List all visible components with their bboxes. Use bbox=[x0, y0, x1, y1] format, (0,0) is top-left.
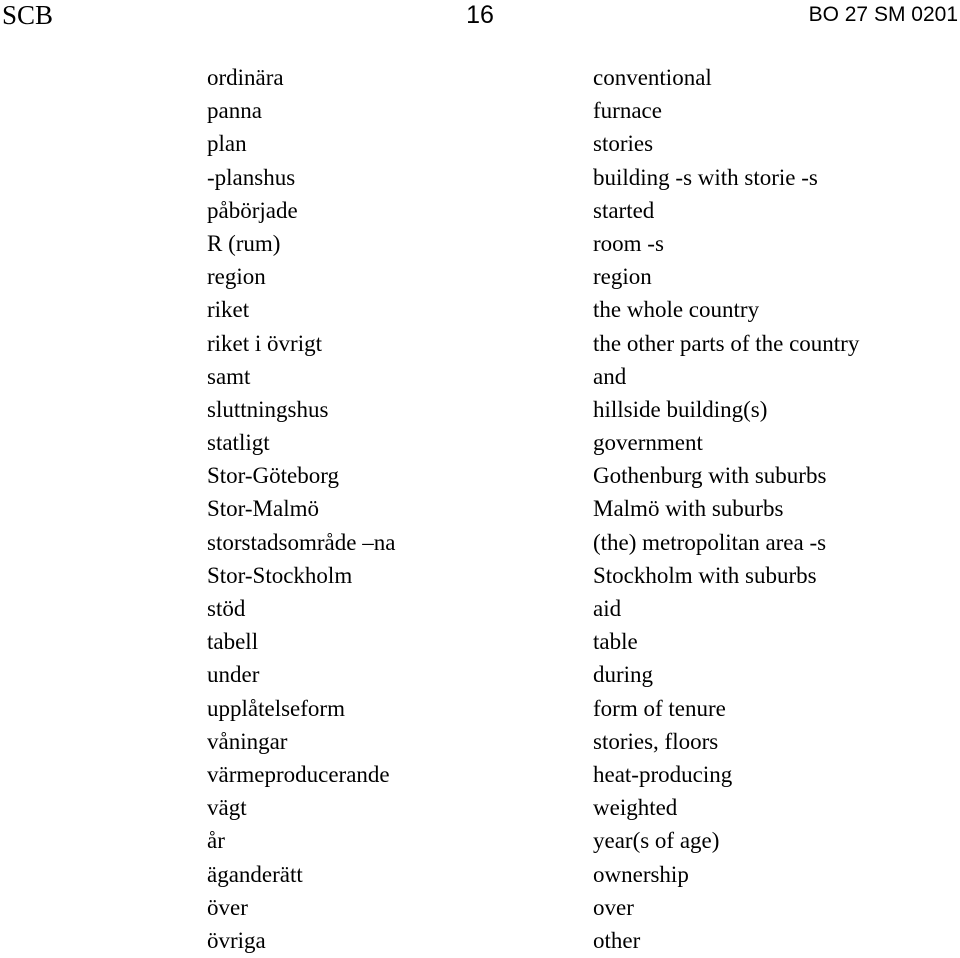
swedish-term: panna bbox=[207, 98, 262, 124]
swedish-term: påbörjade bbox=[207, 197, 298, 223]
swedish-term: äganderätt bbox=[207, 861, 303, 887]
swedish-term: Stor-Stockholm bbox=[207, 562, 353, 588]
swedish-term: riket bbox=[207, 297, 250, 323]
glossary-row: plan stories bbox=[0, 128, 960, 161]
glossary-row: samt and bbox=[0, 361, 960, 394]
english-translation: Gothenburg with suburbs bbox=[593, 463, 827, 489]
swedish-term: värmeproducerande bbox=[207, 761, 390, 787]
swedish-term: övriga bbox=[207, 927, 266, 953]
glossary-row: R (rum) room -s bbox=[0, 228, 960, 261]
swedish-term: riket i övrigt bbox=[207, 330, 322, 356]
english-translation: furnace bbox=[593, 98, 662, 124]
english-translation: weighted bbox=[593, 795, 678, 821]
english-translation: and bbox=[593, 363, 627, 389]
swedish-term: upplåtelseform bbox=[207, 695, 345, 721]
glossary-row: äganderätt ownership bbox=[0, 859, 960, 892]
english-translation: table bbox=[593, 629, 638, 655]
glossary-row: riket the whole country bbox=[0, 294, 960, 327]
swedish-term: ordinära bbox=[207, 65, 284, 90]
english-translation: conventional bbox=[593, 65, 712, 90]
glossary-row: sluttningshus hillside building(s) bbox=[0, 394, 960, 427]
english-translation: aid bbox=[593, 596, 622, 621]
swedish-term: tabell bbox=[207, 629, 259, 655]
swedish-term: R (rum) bbox=[207, 230, 281, 256]
english-translation: room -s bbox=[593, 230, 664, 256]
glossary-row: tabell table bbox=[0, 626, 960, 659]
english-translation: form of tenure bbox=[593, 695, 726, 721]
english-translation: Malmö with suburbs bbox=[593, 496, 784, 522]
swedish-term: -planshus bbox=[207, 164, 296, 190]
english-translation: started bbox=[593, 197, 655, 223]
glossary-row: år year(s of age) bbox=[0, 825, 960, 858]
swedish-term: över bbox=[207, 894, 248, 920]
english-translation: hillside building(s) bbox=[593, 396, 768, 422]
english-translation: stories bbox=[593, 131, 654, 157]
english-translation: government bbox=[593, 430, 703, 456]
glossary-row: ordinära conventional bbox=[0, 62, 960, 95]
swedish-term: Stor-Malmö bbox=[207, 496, 319, 522]
glossary-row: påbörjade started bbox=[0, 195, 960, 228]
english-translation: the other parts of the country bbox=[593, 330, 860, 356]
glossary-row: våningar stories, floors bbox=[0, 726, 960, 759]
english-translation: ownership bbox=[593, 861, 689, 887]
swedish-term: sluttningshus bbox=[207, 396, 329, 422]
glossary-row: -planshus building -s with storie -s bbox=[0, 162, 960, 195]
swedish-term: Stor-Göteborg bbox=[207, 463, 339, 489]
english-translation: during bbox=[593, 662, 654, 688]
english-translation: other bbox=[593, 927, 641, 953]
glossary-row: värmeproducerande heat-producing bbox=[0, 759, 960, 792]
swedish-term: region bbox=[207, 264, 266, 290]
glossary-row: Stor-Göteborg Gothenburg with suburbs bbox=[0, 460, 960, 493]
publication-code: BO 27 SM 0201 bbox=[808, 3, 958, 26]
glossary-row: vägt weighted bbox=[0, 792, 960, 825]
swedish-term: stöd bbox=[207, 596, 246, 621]
swedish-term: statligt bbox=[207, 430, 270, 456]
swedish-term: storstadsområde –na bbox=[207, 529, 396, 555]
glossary-row: stöd aid bbox=[0, 593, 960, 626]
page-header: SCB 16 BO 27 SM 0201 bbox=[0, 0, 960, 34]
english-translation: building -s with storie -s bbox=[593, 164, 818, 190]
glossary-row: riket i övrigt the other parts of the cou… bbox=[0, 328, 960, 361]
glossary-row: Stor-Malmö Malmö with suburbs bbox=[0, 493, 960, 526]
english-translation: (the) metropolitan area -s bbox=[593, 529, 827, 555]
glossary-row: övriga other bbox=[0, 925, 960, 958]
english-translation: over bbox=[593, 894, 634, 920]
glossary-row: under during bbox=[0, 659, 960, 692]
glossary-row: storstadsområde –na (the) metropolitan ar… bbox=[0, 527, 960, 560]
glossary-list: ordinära conventional panna furnace plan stor… bbox=[0, 62, 960, 958]
english-translation: Stockholm with suburbs bbox=[593, 562, 817, 588]
glossary-row: statligt government bbox=[0, 427, 960, 460]
english-translation: region bbox=[593, 264, 652, 290]
swedish-term: under bbox=[207, 662, 260, 688]
swedish-term: plan bbox=[207, 131, 247, 157]
glossary-row: upplåtelseform form of tenure bbox=[0, 693, 960, 726]
glossary-row: över over bbox=[0, 892, 960, 925]
english-translation: the whole country bbox=[593, 297, 760, 323]
swedish-term: samt bbox=[207, 363, 251, 389]
swedish-term: våningar bbox=[207, 728, 288, 754]
english-translation: heat-producing bbox=[593, 761, 733, 787]
glossary-row: Stor-Stockholm Stockholm with suburbs bbox=[0, 560, 960, 593]
english-translation: stories, floors bbox=[593, 728, 719, 754]
glossary-row: panna furnace bbox=[0, 95, 960, 128]
glossary-row: region region bbox=[0, 261, 960, 294]
swedish-term: år bbox=[207, 828, 225, 854]
english-translation: year(s of age) bbox=[593, 828, 720, 854]
swedish-term: vägt bbox=[207, 795, 247, 821]
